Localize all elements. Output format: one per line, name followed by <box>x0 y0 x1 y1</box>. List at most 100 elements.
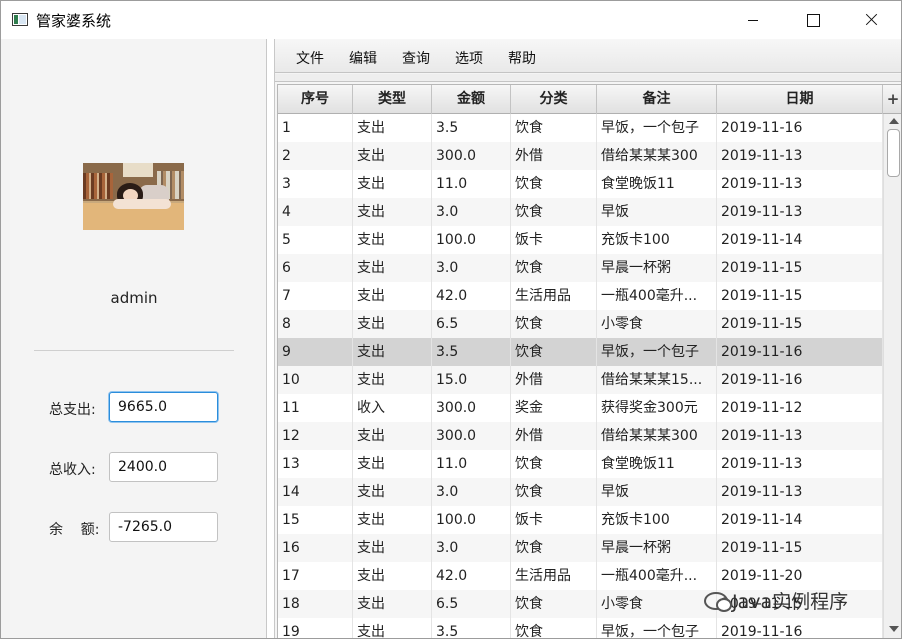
menu-options[interactable]: 选项 <box>455 48 483 68</box>
add-column-icon[interactable]: + <box>883 85 901 114</box>
cell-index: 5 <box>278 226 353 254</box>
cell-amount: 100.0 <box>432 226 511 254</box>
cell-type: 支出 <box>353 366 432 394</box>
cell-index: 2 <box>278 142 353 170</box>
table-body: 1 支出 3.5 饮食 早饭，一个包子 2019-11-16 2 支出 300.0 外借 借给某某某… <box>278 114 883 638</box>
cell-index: 9 <box>278 338 353 366</box>
cell-date: 2019-11-16 <box>717 618 883 638</box>
cell-category: 外借 <box>511 366 597 394</box>
menu-edit[interactable]: 编辑 <box>349 48 377 68</box>
cell-type: 支出 <box>353 142 432 170</box>
scrollbar-thumb[interactable] <box>887 129 900 177</box>
cell-type: 支出 <box>353 338 432 366</box>
balance-field[interactable] <box>109 512 218 542</box>
avatar-person-arm <box>113 199 171 209</box>
table-row[interactable]: 8 支出 6.5 饮食 小零食 2019-11-15 <box>278 310 883 338</box>
table-row[interactable]: 14 支出 3.0 饮食 早饭 2019-11-13 <box>278 478 883 506</box>
column-header-category[interactable]: 分类 <box>511 85 597 114</box>
cell-amount: 6.5 <box>432 310 511 338</box>
cell-amount: 300.0 <box>432 142 511 170</box>
cell-category: 外借 <box>511 422 597 450</box>
cell-date: 2019-11-14 <box>717 506 883 534</box>
cell-index: 10 <box>278 366 353 394</box>
cell-type: 支出 <box>353 562 432 590</box>
table-row[interactable]: 7 支出 42.0 生活用品 一瓶400毫升... 2019-11-15 <box>278 282 883 310</box>
column-header-type[interactable]: 类型 <box>353 85 432 114</box>
cell-note: 食堂晚饭11 <box>597 450 717 478</box>
app-window: 管家婆系统 admin 总支出: 总收入: 余 额: 文件 编辑 <box>0 0 902 639</box>
column-header-note[interactable]: 备注 <box>597 85 717 114</box>
cell-note: 早晨一杯粥 <box>597 534 717 562</box>
cell-note: 小零食 <box>597 310 717 338</box>
cell-note: 小零食 <box>597 590 717 618</box>
table-row[interactable]: 4 支出 3.0 饮食 早饭 2019-11-13 <box>278 198 883 226</box>
main-area: 文件 编辑 查询 选项 帮助 序号 类型 金额 分类 备注 日期 + 1 支出 3.… <box>274 39 901 638</box>
cell-date: 2019-11-13 <box>717 142 883 170</box>
scroll-down-icon[interactable] <box>889 626 899 632</box>
table-row[interactable]: 15 支出 100.0 饭卡 充饭卡100 2019-11-14 <box>278 506 883 534</box>
table-row[interactable]: 10 支出 15.0 外借 借给某某某15... 2019-11-16 <box>278 366 883 394</box>
menu-bar: 文件 编辑 查询 选项 帮助 <box>275 39 901 73</box>
table-row[interactable]: 9 支出 3.5 饮食 早饭，一个包子 2019-11-16 <box>278 338 883 366</box>
table-row[interactable]: 2 支出 300.0 外借 借给某某某300 2019-11-13 <box>278 142 883 170</box>
cell-date: 2019-11-13 <box>717 478 883 506</box>
total-expense-field[interactable] <box>109 392 218 422</box>
table-row[interactable]: 6 支出 3.0 饮食 早晨一杯粥 2019-11-15 <box>278 254 883 282</box>
total-income-field[interactable] <box>109 452 218 482</box>
cell-index: 18 <box>278 590 353 618</box>
table-row[interactable]: 12 支出 300.0 外借 借给某某某300 2019-11-13 <box>278 422 883 450</box>
toolbar-strip <box>275 74 901 82</box>
cell-date: 2019-11-16 <box>717 114 883 142</box>
cell-category: 饮食 <box>511 450 597 478</box>
username-label: admin <box>110 289 158 307</box>
cell-note: 充饭卡100 <box>597 506 717 534</box>
table-row[interactable]: 17 支出 42.0 生活用品 一瓶400毫升... 2019-11-20 <box>278 562 883 590</box>
column-header-amount[interactable]: 金额 <box>432 85 511 114</box>
maximize-icon[interactable] <box>783 1 841 39</box>
cell-index: 11 <box>278 394 353 422</box>
cell-date: 2019-11-15 <box>717 534 883 562</box>
profile-panel: admin 总支出: 总收入: 余 额: <box>1 39 267 638</box>
cell-index: 12 <box>278 422 353 450</box>
table-row[interactable]: 1 支出 3.5 饮食 早饭，一个包子 2019-11-16 <box>278 114 883 142</box>
cell-amount: 100.0 <box>432 506 511 534</box>
cell-type: 支出 <box>353 506 432 534</box>
cell-index: 6 <box>278 254 353 282</box>
cell-index: 1 <box>278 114 353 142</box>
cell-amount: 42.0 <box>432 562 511 590</box>
table-row[interactable]: 19 支出 3.5 饮食 早饭，一个包子 2019-11-16 <box>278 618 883 638</box>
menu-file[interactable]: 文件 <box>296 48 324 68</box>
cell-category: 饮食 <box>511 170 597 198</box>
cell-note: 早饭，一个包子 <box>597 114 717 142</box>
cell-category: 饭卡 <box>511 226 597 254</box>
cell-type: 支出 <box>353 450 432 478</box>
cell-category: 饮食 <box>511 590 597 618</box>
table-row[interactable]: 5 支出 100.0 饭卡 充饭卡100 2019-11-14 <box>278 226 883 254</box>
table-row[interactable]: 3 支出 11.0 饮食 食堂晚饭11 2019-11-13 <box>278 170 883 198</box>
menu-help[interactable]: 帮助 <box>508 48 536 68</box>
scroll-up-icon[interactable] <box>889 118 899 124</box>
title-bar[interactable]: 管家婆系统 <box>1 1 901 39</box>
cell-amount: 300.0 <box>432 394 511 422</box>
cell-note: 早饭，一个包子 <box>597 618 717 638</box>
cell-note: 获得奖金300元 <box>597 394 717 422</box>
cell-index: 13 <box>278 450 353 478</box>
column-header-index[interactable]: 序号 <box>278 85 353 114</box>
cell-amount: 3.5 <box>432 618 511 638</box>
total-expense-label: 总支出: <box>49 402 96 418</box>
vertical-scrollbar[interactable] <box>883 114 901 638</box>
cell-type: 支出 <box>353 618 432 638</box>
menu-query[interactable]: 查询 <box>402 48 430 68</box>
column-header-date[interactable]: 日期 <box>717 85 883 114</box>
cell-type: 支出 <box>353 422 432 450</box>
minimize-icon[interactable] <box>724 1 782 39</box>
cell-index: 19 <box>278 618 353 638</box>
table-row[interactable]: 16 支出 3.0 饮食 早晨一杯粥 2019-11-15 <box>278 534 883 562</box>
total-income-label: 总收入: <box>49 462 96 478</box>
table-row[interactable]: 11 收入 300.0 奖金 获得奖金300元 2019-11-12 <box>278 394 883 422</box>
close-icon[interactable] <box>842 1 900 39</box>
table-row[interactable]: 13 支出 11.0 饮食 食堂晚饭11 2019-11-13 <box>278 450 883 478</box>
cell-note: 借给某某某15... <box>597 366 717 394</box>
cell-amount: 3.0 <box>432 254 511 282</box>
cell-note: 一瓶400毫升... <box>597 562 717 590</box>
